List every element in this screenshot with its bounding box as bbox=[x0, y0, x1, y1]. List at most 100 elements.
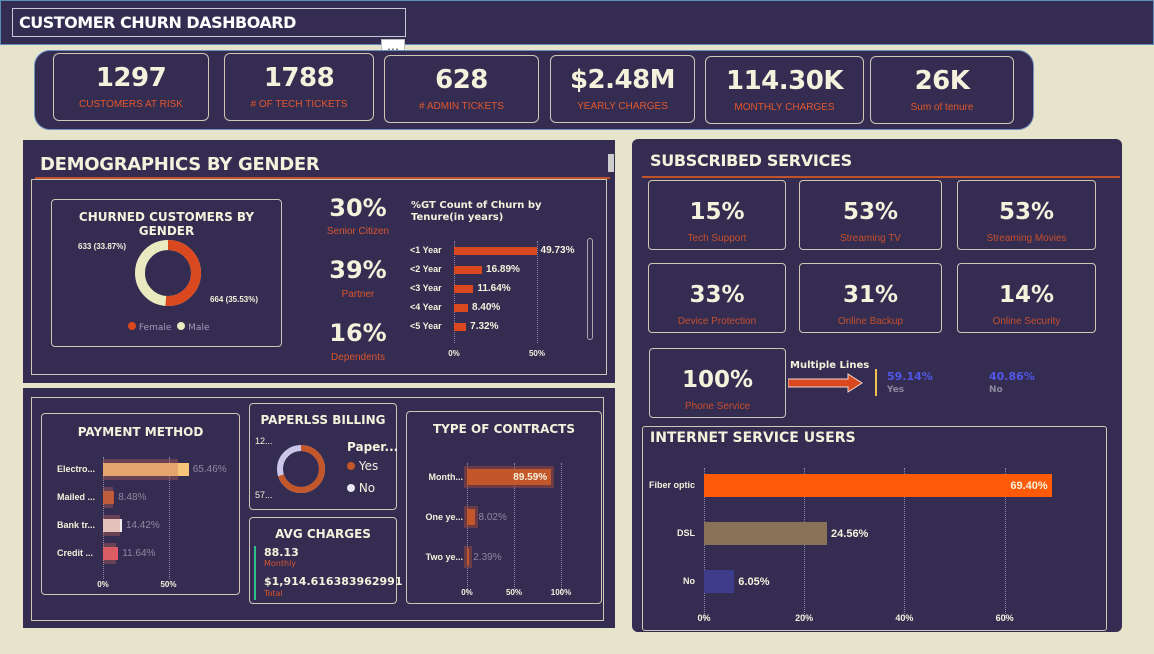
gender-legend: Female Male bbox=[128, 322, 210, 333]
multiple-lines-yes-label: Yes bbox=[887, 385, 905, 395]
kpi-label: YEARLY CHARGES bbox=[577, 101, 668, 112]
service-value: 100% bbox=[681, 367, 754, 393]
bar-shadow bbox=[103, 543, 117, 564]
bar bbox=[454, 323, 467, 331]
category-label: No bbox=[683, 576, 695, 586]
bar bbox=[704, 522, 828, 545]
service-value: 53% bbox=[998, 199, 1055, 225]
category-label: <3 Year bbox=[410, 283, 442, 293]
category-label: Electro... bbox=[57, 464, 96, 474]
category-label: Bank tr... bbox=[57, 520, 96, 530]
axis-tick-label: 50% bbox=[160, 580, 177, 589]
kpi-label: # OF TECH TICKETS bbox=[250, 99, 348, 110]
category-label: Month... bbox=[428, 472, 464, 482]
data-label: 8.02% bbox=[478, 512, 507, 523]
data-label: 16.89% bbox=[486, 264, 520, 275]
bar-shadow bbox=[103, 487, 113, 508]
payment-method-title: PAYMENT METHOD bbox=[77, 425, 204, 439]
kpi-label: Sum of tenure bbox=[910, 102, 974, 113]
axis-tick-label: 40% bbox=[895, 613, 914, 623]
avg-accent-bar bbox=[254, 546, 256, 600]
axis-tick-label: 20% bbox=[795, 613, 814, 623]
kpi-monthly-charges: 114.30K MONTHLY CHARGES bbox=[705, 56, 864, 124]
category-label: DSL bbox=[677, 528, 695, 538]
legend-dot-no bbox=[347, 484, 355, 492]
data-label: 49.73% bbox=[540, 245, 575, 256]
legend-female: Female bbox=[138, 323, 172, 333]
bar bbox=[467, 549, 470, 565]
kpi-value: 114.30K bbox=[726, 66, 843, 96]
gender-donut bbox=[135, 240, 201, 306]
category-label: Two ye... bbox=[425, 552, 463, 562]
avg-total-value: $1,914.616383962991 bbox=[264, 575, 403, 588]
female-data-label: 664 (35.53%) bbox=[210, 295, 259, 304]
service-card-streaming-tv: 53% Streaming TV bbox=[799, 180, 942, 250]
kpi-tech-tickets: 1788 # OF TECH TICKETS bbox=[224, 53, 374, 121]
legend-no-label: No bbox=[358, 481, 376, 495]
avg-charges-title: AVG CHARGES bbox=[275, 527, 371, 541]
dashboard-title: CUSTOMER CHURN DASHBOARD bbox=[12, 8, 406, 37]
legend-dot-male bbox=[177, 322, 186, 330]
kpi-customers-at-risk: 1297 CUSTOMERS AT RISK bbox=[53, 53, 209, 121]
service-card-streaming-movies: 53% Streaming Movies bbox=[957, 180, 1096, 250]
data-label: 89.59% bbox=[513, 472, 548, 483]
tenure-chart: 0% 50% <1 Year 49.73% <2 Year 16.89% <3 Year 11… bbox=[410, 240, 590, 365]
service-label: Phone Service bbox=[684, 401, 751, 412]
stat-dependents-label: Dependents bbox=[331, 352, 385, 363]
paperless-legend-yes: Yes bbox=[347, 459, 378, 473]
bar bbox=[454, 266, 483, 274]
avg-monthly-value: 88.13 bbox=[264, 546, 299, 559]
kpi-value: 1297 bbox=[95, 63, 167, 93]
service-value: 53% bbox=[842, 199, 899, 225]
service-label: Tech Support bbox=[687, 233, 747, 244]
stat-partner-value: 39% bbox=[329, 256, 387, 284]
kpi-value: 26K bbox=[914, 66, 970, 96]
dashboard-title-text: CUSTOMER CHURN DASHBOARD bbox=[19, 13, 296, 32]
axis-tick-label: 50% bbox=[528, 349, 545, 358]
data-label: 8.48% bbox=[118, 492, 147, 503]
paperless-donut bbox=[277, 445, 325, 493]
paperless-bottom-label: 57... bbox=[255, 490, 273, 500]
legend-yes-label: Yes bbox=[358, 459, 379, 473]
service-value: 31% bbox=[842, 282, 899, 308]
paperless-title: PAPERLSS BILLING bbox=[260, 413, 386, 427]
category-label: Credit ... bbox=[57, 548, 94, 558]
data-label: 11.64% bbox=[122, 548, 156, 559]
bar bbox=[704, 570, 735, 593]
axis-tick-label: 50% bbox=[505, 588, 522, 597]
category-label: Mailed ... bbox=[57, 492, 96, 502]
gridline bbox=[537, 241, 538, 343]
kpi-yearly-charges: $2.48M YEARLY CHARGES bbox=[550, 55, 695, 123]
arrow-right-icon bbox=[788, 373, 863, 393]
paperless-legend-title: Paper... bbox=[347, 440, 399, 454]
data-label: 69.40% bbox=[1010, 480, 1048, 492]
gender-card-title: CHURNED CUSTOMERS BY GENDER bbox=[78, 210, 255, 238]
category-label: Fiber optic bbox=[648, 480, 695, 490]
kpi-sum-of-tenure: 26K Sum of tenure bbox=[870, 56, 1014, 124]
gridline bbox=[561, 463, 562, 593]
scroll-thumb[interactable] bbox=[608, 154, 614, 172]
gender-card: CHURNED CUSTOMERS BY GENDER 633 (33.87%)… bbox=[51, 199, 282, 347]
paperless-billing-card: PAPERLSS BILLING 12... 57... Paper... Ye… bbox=[249, 403, 399, 510]
data-label: 65.46% bbox=[192, 464, 227, 475]
data-label: 2.39% bbox=[473, 552, 502, 563]
service-label: Online Backup bbox=[837, 316, 904, 327]
data-label: 6.05% bbox=[738, 576, 770, 588]
stat-partner-label: Partner bbox=[341, 289, 375, 300]
data-label: 14.42% bbox=[125, 520, 160, 531]
service-value: 33% bbox=[689, 282, 745, 308]
service-card-phone-service: 100% Phone Service bbox=[649, 348, 786, 418]
avg-total-label: Total bbox=[264, 589, 283, 598]
services-underline bbox=[642, 176, 1120, 178]
multiple-lines-divider bbox=[875, 369, 877, 396]
service-value: 14% bbox=[998, 282, 1055, 308]
axis-tick-label: 0% bbox=[697, 613, 711, 623]
category-label: One ye... bbox=[425, 512, 463, 522]
service-card-online-security: 14% Online Security bbox=[957, 263, 1096, 333]
multiple-lines-yes-value: 59.14% bbox=[887, 370, 933, 383]
kpi-value: $2.48M bbox=[569, 65, 676, 95]
category-label: <5 Year bbox=[410, 321, 442, 331]
data-label: 7.32% bbox=[470, 321, 499, 332]
stat-dependents-value: 16% bbox=[329, 319, 387, 347]
bar bbox=[454, 247, 537, 255]
